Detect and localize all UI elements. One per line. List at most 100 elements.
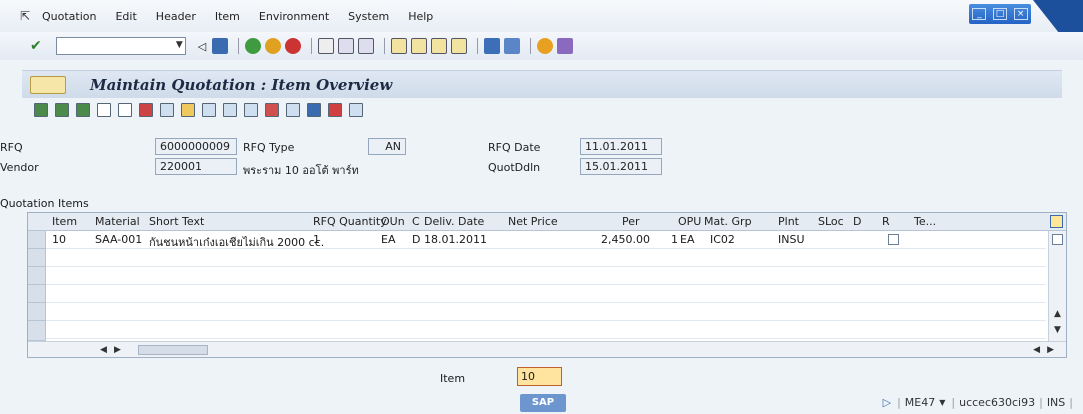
rejection-checkbox[interactable] xyxy=(888,234,899,245)
table-row[interactable] xyxy=(46,267,1046,285)
statistics-icon[interactable] xyxy=(265,103,279,117)
row-selector[interactable] xyxy=(28,321,46,341)
table-row[interactable] xyxy=(46,321,1046,339)
col-oun[interactable]: OUn xyxy=(381,215,405,228)
transfer-icon[interactable] xyxy=(307,103,321,117)
delete-icon[interactable] xyxy=(118,103,132,117)
row-selector[interactable] xyxy=(28,249,46,267)
menu-header[interactable]: Header xyxy=(156,10,196,23)
screen-icon[interactable] xyxy=(30,75,66,94)
close-icon[interactable]: × xyxy=(1013,8,1028,20)
help-icon[interactable] xyxy=(537,38,554,54)
cancel-icon[interactable] xyxy=(285,38,302,54)
row-selector[interactable] xyxy=(28,285,46,303)
cell-per[interactable]: 1 xyxy=(671,233,678,246)
enter-icon[interactable]: ✔ xyxy=(30,38,42,54)
maximize-icon[interactable]: □ xyxy=(992,8,1007,20)
cell-plnt[interactable]: INSU xyxy=(778,233,805,246)
menu-environment[interactable]: Environment xyxy=(259,10,329,23)
cell-net-price[interactable]: 2,450.00 xyxy=(601,233,650,246)
menu-item[interactable]: Item xyxy=(215,10,240,23)
menu-quotation[interactable]: Quotation xyxy=(42,10,96,23)
previous-page-icon[interactable] xyxy=(411,38,428,54)
transaction-code[interactable]: ME47 xyxy=(905,396,935,409)
item-position-field[interactable]: 10 xyxy=(517,367,562,386)
save-icon[interactable] xyxy=(212,38,229,54)
col-plnt[interactable]: Plnt xyxy=(778,215,799,228)
item-details-icon[interactable] xyxy=(55,103,69,117)
deselect-icon[interactable] xyxy=(202,103,216,117)
search-icon[interactable] xyxy=(244,103,258,117)
exit-icon[interactable] xyxy=(265,38,282,54)
find-icon[interactable] xyxy=(338,38,355,54)
rfq-field[interactable]: 6000000009 xyxy=(155,138,237,155)
col-r[interactable]: R xyxy=(882,215,890,228)
cell-mat-grp[interactable]: IC02 xyxy=(710,233,735,246)
menu-help[interactable]: Help xyxy=(408,10,433,23)
row-selector[interactable] xyxy=(28,231,46,249)
scroll-left-icon[interactable]: ◀ xyxy=(100,345,107,355)
row-selector[interactable] xyxy=(28,303,46,321)
scroll-up-icon[interactable]: ▲ xyxy=(1054,309,1061,319)
table-settings-icon[interactable] xyxy=(1050,215,1063,228)
back-icon[interactable] xyxy=(245,38,262,54)
cell-oun[interactable]: EA xyxy=(381,233,395,246)
cell-opu[interactable]: EA xyxy=(680,233,694,246)
next-page-icon[interactable] xyxy=(431,38,448,54)
print-preview-icon[interactable] xyxy=(139,103,153,117)
scroll-right-end-icon[interactable]: ▶ xyxy=(1047,345,1054,355)
col-opu[interactable]: OPU xyxy=(678,215,701,228)
cell-material[interactable]: SAA-001 xyxy=(95,233,142,246)
edit-icon[interactable] xyxy=(286,103,300,117)
menu-system[interactable]: System xyxy=(348,10,389,23)
copy-icon[interactable] xyxy=(328,103,342,117)
cell-c[interactable]: D xyxy=(412,233,420,246)
scroll-right-icon[interactable]: ▶ xyxy=(114,345,121,355)
last-page-icon[interactable] xyxy=(451,38,468,54)
cell-deliv-date[interactable]: 18.01.2011 xyxy=(424,233,487,246)
col-c[interactable]: C xyxy=(412,215,420,228)
cell-rfq-quantity[interactable]: 1 xyxy=(313,233,320,246)
command-field[interactable]: ▼ xyxy=(55,37,186,55)
new-item-icon[interactable] xyxy=(97,103,111,117)
menu-edit[interactable]: Edit xyxy=(115,10,136,23)
horizontal-scrollbar[interactable]: ◀ ▶ ◀ ▶ xyxy=(28,341,1066,357)
layout-menu-icon[interactable] xyxy=(557,38,574,54)
col-rfq-quantity[interactable]: RFQ Quantity xyxy=(313,215,387,228)
column-select-box[interactable] xyxy=(1052,234,1063,245)
table-row[interactable]: 10 SAA-001 กันชนหน้าเก๋งเอเชียไม่เกิน 20… xyxy=(46,231,1046,249)
first-page-icon[interactable] xyxy=(391,38,408,54)
item-conditions-icon[interactable] xyxy=(76,103,90,117)
col-deliv-date[interactable]: Deliv. Date xyxy=(424,215,484,228)
vendor-field[interactable]: 220001 xyxy=(155,158,237,175)
vertical-scrollbar[interactable]: ▲ ▼ xyxy=(1048,231,1066,341)
col-net-price[interactable]: Net Price xyxy=(508,215,558,228)
col-material[interactable]: Material xyxy=(95,215,140,228)
select-all-icon[interactable] xyxy=(181,103,195,117)
print-icon[interactable] xyxy=(318,38,335,54)
table-row[interactable] xyxy=(46,285,1046,303)
quotddln-field[interactable]: 15.01.2011 xyxy=(580,158,662,175)
rfq-type-field[interactable]: AN xyxy=(368,138,406,155)
shortcut-icon[interactable] xyxy=(504,38,521,54)
status-toggle-icon[interactable]: ▷ xyxy=(883,396,891,409)
minimize-icon[interactable]: _ xyxy=(972,8,987,20)
chevron-down-icon[interactable]: ▼ xyxy=(939,398,945,407)
row-selector[interactable] xyxy=(28,267,46,285)
menu-exit-icon[interactable]: ⇱ xyxy=(20,10,34,22)
table-row[interactable] xyxy=(46,303,1046,321)
scroll-down-icon[interactable]: ▼ xyxy=(1054,325,1061,335)
col-d[interactable]: D xyxy=(853,215,861,228)
table-row[interactable] xyxy=(46,249,1046,267)
text-icon[interactable] xyxy=(160,103,174,117)
scroll-left-end-icon[interactable]: ◀ xyxy=(1033,345,1040,355)
col-sloc[interactable]: SLoc xyxy=(818,215,844,228)
col-short-text[interactable]: Short Text xyxy=(149,215,204,228)
rfq-date-field[interactable]: 11.01.2011 xyxy=(580,138,662,155)
chevron-down-icon[interactable]: ▼ xyxy=(176,40,183,50)
cell-item[interactable]: 10 xyxy=(52,233,66,246)
horizontal-scroll-thumb[interactable] xyxy=(138,345,208,355)
find-next-icon[interactable] xyxy=(358,38,375,54)
col-item[interactable]: Item xyxy=(52,215,77,228)
col-per[interactable]: Per xyxy=(622,215,640,228)
